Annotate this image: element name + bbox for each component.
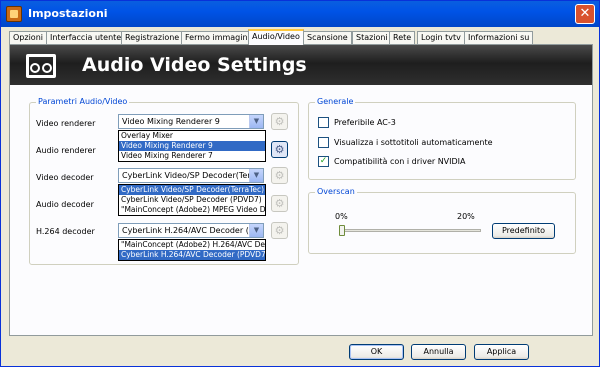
h264-decoder-label: H.264 decoder <box>36 227 95 236</box>
video-decoder-option-pdvd7[interactable]: CyberLink Video/SP Decoder (PDVD7) <box>119 195 265 205</box>
window-title: Impostazioni <box>28 7 108 20</box>
tab-fermo-immagine[interactable]: Fermo immagine <box>181 31 257 44</box>
video-decoder-settings-button[interactable]: ⚙ <box>271 167 288 184</box>
app-icon <box>6 6 22 22</box>
subtitles-checkbox[interactable] <box>318 137 329 148</box>
tab-interfaccia-utente[interactable]: Interfaccia utente <box>46 31 126 44</box>
close-button[interactable]: ✕ <box>575 4 595 24</box>
video-renderer-label: Video renderer <box>36 119 96 128</box>
title-bar: Impostazioni ✕ <box>1 1 599 27</box>
h264-decoder-value: CyberLink H.264/AVC Decoder (PDVD7) <box>122 226 264 235</box>
default-button[interactable]: Predefinito <box>492 223 555 239</box>
banner: Audio Video Settings <box>10 45 592 85</box>
video-renderer-settings-button[interactable]: ⚙ <box>271 113 288 130</box>
overscan-max-label: 20% <box>457 212 475 221</box>
video-renderer-dropdown: Overlay Mixer Video Mixing Renderer 9 Vi… <box>118 130 266 162</box>
video-renderer-value: Video Mixing Renderer 9 <box>122 117 220 126</box>
h264-option-pdvd7[interactable]: CyberLink H.264/AVC Decoder (PDVD7) <box>119 250 265 260</box>
audio-renderer-settings-button[interactable]: ⚙ <box>271 141 288 158</box>
h264-option-mainconcept[interactable]: "MainConcept (Adobe2) H.264/AVC Decoder" <box>119 240 265 250</box>
nvidia-label: Compatibilità con i driver NVIDIA <box>334 157 466 166</box>
settings-window: Impostazioni ✕ Opzioni Interfaccia utent… <box>0 0 600 367</box>
tab-stazioni[interactable]: Stazioni <box>352 31 392 44</box>
chevron-down-icon[interactable]: ▼ <box>249 115 263 128</box>
ac3-checkbox[interactable] <box>318 117 329 128</box>
renderer-option-overlay[interactable]: Overlay Mixer <box>119 131 265 141</box>
tab-informazioni-su[interactable]: Informazioni su <box>464 31 534 44</box>
ok-button[interactable]: OK <box>349 344 404 360</box>
film-reel-icon <box>26 54 56 78</box>
tab-opzioni[interactable]: Opzioni <box>9 31 47 44</box>
chevron-down-icon[interactable]: ▼ <box>249 169 263 182</box>
banner-title: Audio Video Settings <box>82 54 307 76</box>
video-decoder-option-terratec[interactable]: CyberLink Video/SP Decoder(TerraTec) <box>119 185 265 195</box>
video-decoder-option-mainconcept[interactable]: "MainConcept (Adobe2) MPEG Video Decoder… <box>119 205 265 215</box>
params-legend: Parametri Audio/Video <box>36 97 130 106</box>
h264-decoder-settings-button[interactable]: ⚙ <box>271 222 288 239</box>
ac3-label: Preferibile AC-3 <box>334 118 396 127</box>
general-legend: Generale <box>315 97 356 106</box>
video-decoder-value: CyberLink Video/SP Decoder(TerraTec) <box>122 171 264 180</box>
overscan-slider-track[interactable] <box>341 229 481 232</box>
tab-registrazione[interactable]: Registrazione <box>121 31 184 44</box>
tab-audio-video[interactable]: Audio/Video <box>248 29 304 45</box>
overscan-legend: Overscan <box>315 187 357 196</box>
overscan-slider-thumb[interactable] <box>339 225 345 236</box>
video-decoder-label: Video decoder <box>36 173 94 182</box>
video-decoder-dropdown: CyberLink Video/SP Decoder(TerraTec) Cyb… <box>118 184 266 216</box>
h264-decoder-select[interactable]: CyberLink H.264/AVC Decoder (PDVD7) ▼ <box>118 223 264 238</box>
h264-decoder-dropdown: "MainConcept (Adobe2) H.264/AVC Decoder"… <box>118 239 266 261</box>
chevron-down-icon[interactable]: ▼ <box>249 224 263 237</box>
apply-button[interactable]: Applica <box>474 344 529 360</box>
overscan-min-label: 0% <box>335 212 348 221</box>
tab-rete[interactable]: Rete <box>389 31 416 44</box>
audio-decoder-settings-button[interactable]: ⚙ <box>271 195 288 212</box>
audio-decoder-label: Audio decoder <box>36 200 94 209</box>
audio-renderer-label: Audio renderer <box>36 146 96 155</box>
video-decoder-select[interactable]: CyberLink Video/SP Decoder(TerraTec) ▼ <box>118 168 264 183</box>
cancel-button[interactable]: Annulla <box>411 344 466 360</box>
renderer-option-vmr7[interactable]: Video Mixing Renderer 7 <box>119 151 265 161</box>
subtitles-label: Visualizza i sottotitoli automaticamente <box>334 138 493 147</box>
video-renderer-select[interactable]: Video Mixing Renderer 9 ▼ <box>118 114 264 129</box>
renderer-option-vmr9[interactable]: Video Mixing Renderer 9 <box>119 141 265 151</box>
nvidia-checkbox[interactable]: ✓ <box>318 156 329 167</box>
tab-scansione[interactable]: Scansione <box>303 31 352 44</box>
tab-login-tvtv[interactable]: Login tvtv <box>417 31 465 44</box>
